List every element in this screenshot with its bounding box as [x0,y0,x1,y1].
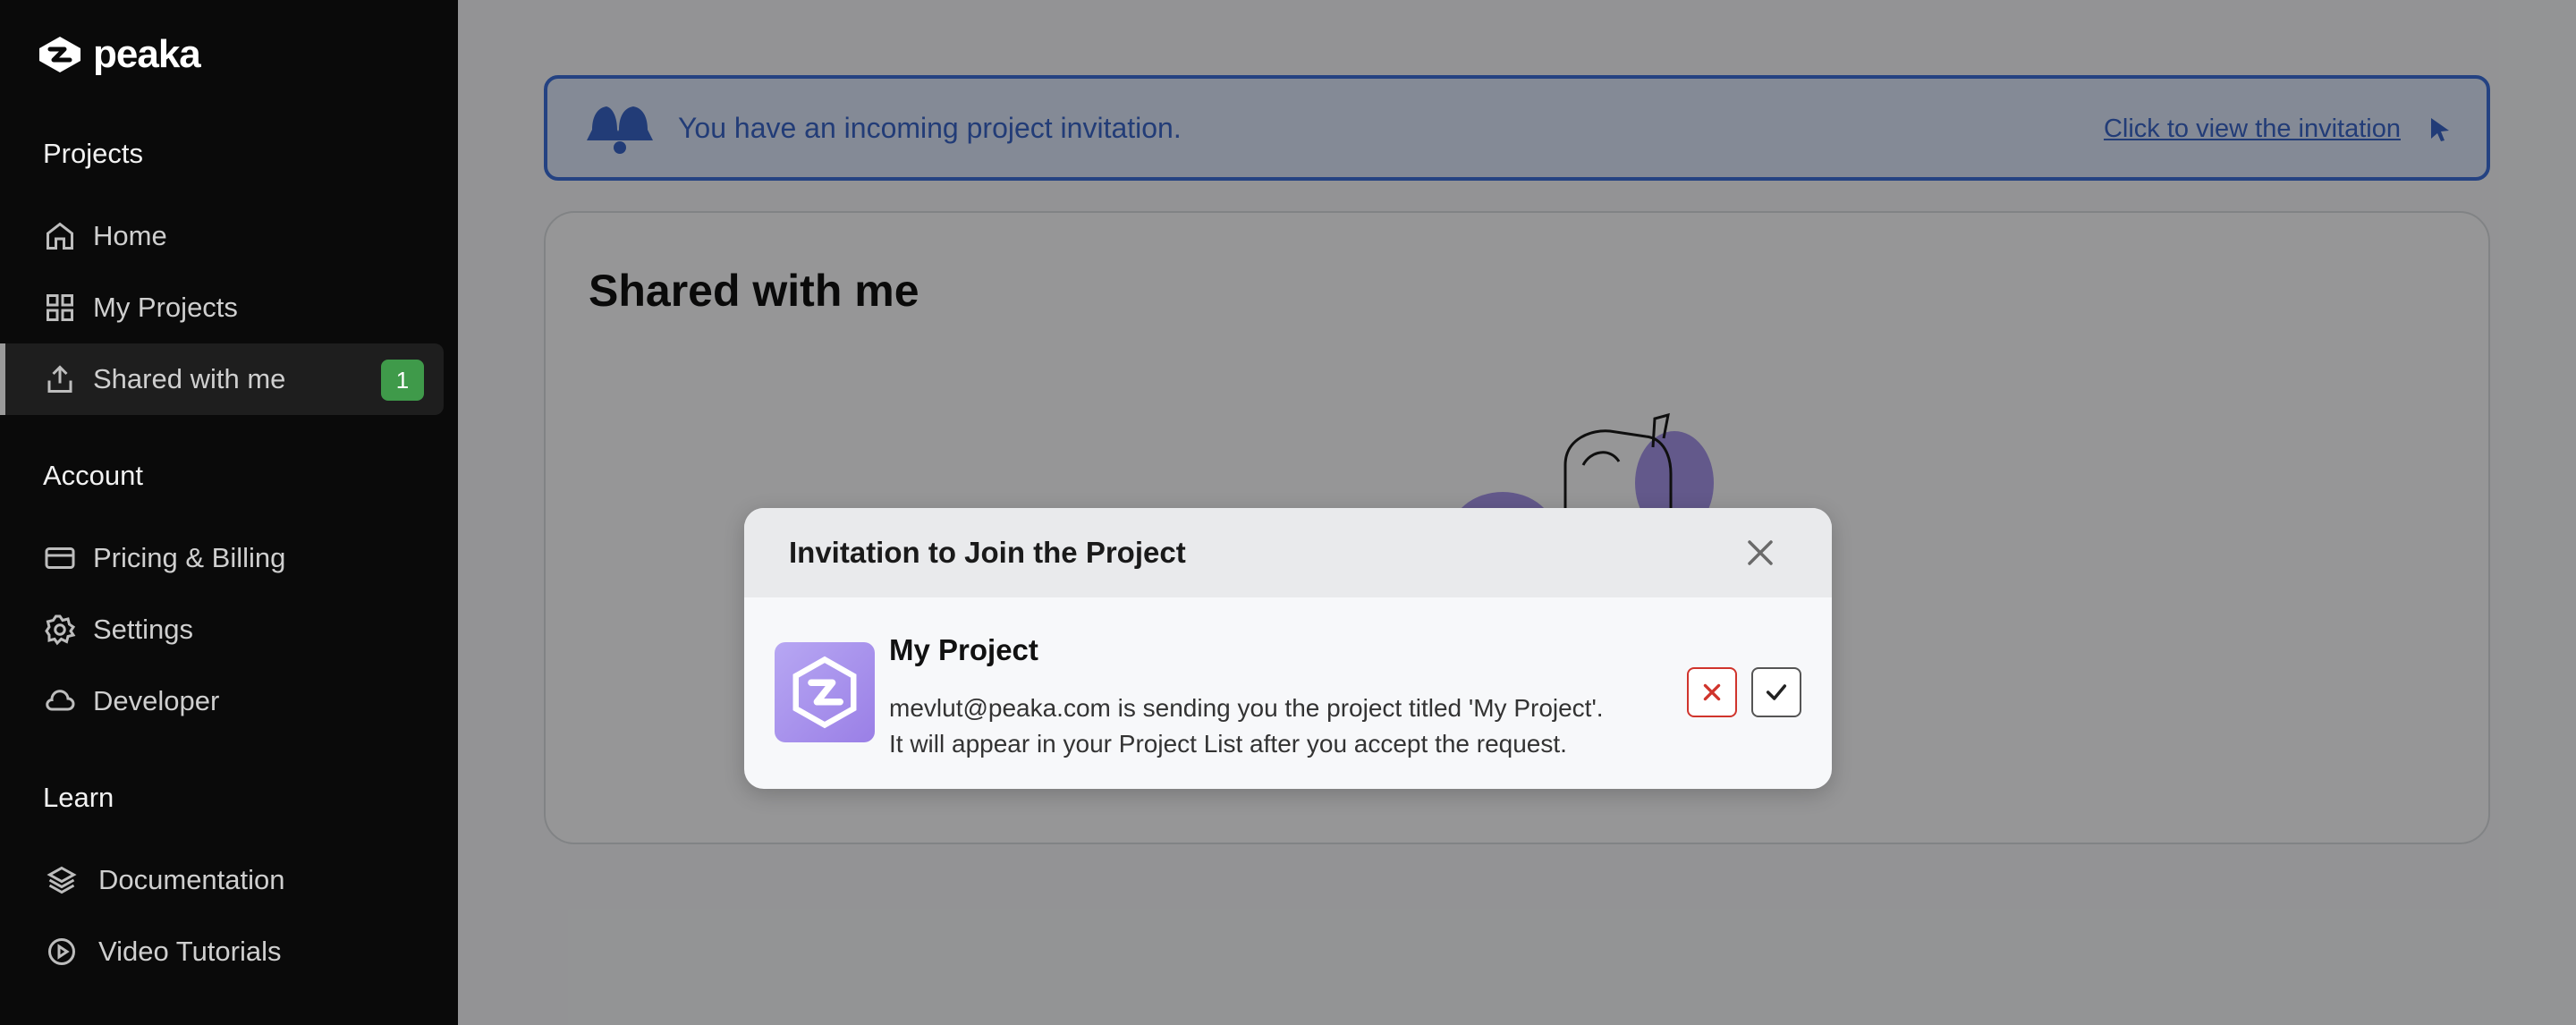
sidebar-item-label: Shared with me [93,363,286,394]
section-title-account: Account [43,460,144,491]
sidebar-item-label: Documentation [98,864,285,895]
description-line-2: It will appear in your Project List afte… [889,730,1567,758]
invitation-description: mevlut@peaka.com is sending you the proj… [889,690,1658,762]
sidebar: peaka Projects Home My Projects Shared w… [0,0,458,1025]
sidebar-item-label: Pricing & Billing [93,542,286,573]
modal-title: Invitation to Join the Project [789,536,1186,569]
sidebar-item-documentation[interactable]: Documentation [0,844,444,916]
description-line-1: mevlut@peaka.com is sending you the proj… [889,694,1604,722]
sidebar-item-home[interactable]: Home [0,200,444,272]
share-icon [43,362,77,396]
sidebar-item-developer[interactable]: Developer [0,665,444,737]
credit-card-icon [43,541,77,575]
x-icon [1703,683,1721,701]
accept-button[interactable] [1751,667,1801,717]
sidebar-item-settings[interactable]: Settings [0,594,444,665]
section-title-projects: Projects [43,138,143,169]
sidebar-item-label: Settings [93,614,194,645]
section-title-learn: Learn [43,782,114,813]
reject-button[interactable] [1687,667,1737,717]
sidebar-item-pricing-billing[interactable]: Pricing & Billing [0,522,444,594]
project-name: My Project [889,633,1038,666]
modal-header: Invitation to Join the Project [744,508,1832,597]
sidebar-item-shared-with-me[interactable]: Shared with me 1 [0,343,444,415]
cloud-icon [43,684,77,718]
sidebar-item-my-projects[interactable]: My Projects [0,272,444,343]
sidebar-item-label: Video Tutorials [98,936,282,967]
layers-icon [45,863,79,897]
close-icon[interactable] [1742,535,1778,571]
sidebar-item-label: My Projects [93,292,238,323]
play-circle-icon [45,935,79,969]
peaka-logo-icon [39,37,80,72]
invitation-modal: Invitation to Join the Project My Projec… [744,508,1832,789]
home-icon [43,219,77,253]
grid-icon [43,291,77,325]
gear-icon [43,613,77,647]
peaka-logo[interactable]: peaka [34,32,201,77]
peaka-logo-icon [792,656,857,729]
sidebar-item-video-tutorials[interactable]: Video Tutorials [0,916,444,987]
check-icon [1766,684,1787,700]
logo-text: peaka [93,32,201,76]
shared-count-badge: 1 [381,360,424,401]
sidebar-item-label: Home [93,220,167,251]
sidebar-item-label: Developer [93,685,220,716]
project-icon [775,642,875,742]
